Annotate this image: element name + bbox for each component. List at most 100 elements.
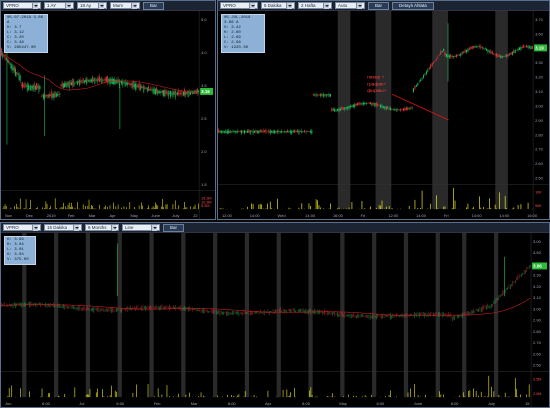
chevron-down-icon[interactable] bbox=[356, 2, 362, 9]
candle-body bbox=[508, 53, 510, 56]
session-band bbox=[435, 233, 440, 398]
x-tick-label: 12:00 bbox=[388, 213, 399, 218]
detail-button-2[interactable]: Detaylı Ahlata bbox=[392, 1, 434, 10]
symbol-input-3[interactable]: VPRO bbox=[3, 224, 41, 231]
y-tick-label: 2.5 bbox=[201, 116, 207, 121]
candle-body bbox=[31, 86, 33, 89]
annotation-text: график+ bbox=[367, 81, 386, 87]
x-tick-label: Fri bbox=[361, 213, 366, 218]
candle-body bbox=[242, 131, 244, 133]
candle-body bbox=[530, 46, 532, 50]
chevron-down-icon[interactable] bbox=[32, 2, 38, 9]
candle-body bbox=[152, 88, 154, 94]
period-select-1[interactable]: 18 Ay bbox=[77, 2, 107, 9]
x-tick-label: Dec bbox=[26, 213, 33, 218]
candle-body bbox=[272, 130, 274, 134]
chevron-down-icon[interactable] bbox=[131, 2, 137, 9]
candle-body bbox=[276, 130, 278, 133]
candle-body bbox=[501, 56, 503, 58]
chevron-down-icon[interactable] bbox=[110, 224, 118, 231]
chevron-down-icon[interactable] bbox=[98, 2, 104, 9]
candle-body bbox=[254, 130, 256, 133]
candle-body bbox=[162, 90, 163, 94]
symbol-input-2[interactable]: VPRO bbox=[220, 2, 258, 9]
y-tick-label: 3.5 bbox=[201, 83, 207, 88]
candle-body bbox=[173, 90, 175, 95]
chevron-down-icon[interactable] bbox=[151, 224, 157, 231]
candle-body bbox=[339, 108, 341, 111]
candle-body bbox=[12, 67, 14, 71]
candle-body bbox=[438, 54, 440, 56]
candle-body bbox=[50, 94, 51, 96]
candle-body bbox=[172, 91, 174, 97]
candle-body bbox=[82, 78, 84, 84]
candle-body bbox=[372, 103, 374, 105]
price-chart-2[interactable]: 3.703.503.403.303.203.103.002.902.802.70… bbox=[218, 11, 549, 219]
candle-body bbox=[53, 93, 55, 99]
type-select-2[interactable]: Auto bbox=[335, 2, 365, 9]
chevron-down-icon[interactable] bbox=[249, 2, 255, 9]
interval-select-2[interactable]: 5 Dakika bbox=[261, 2, 295, 9]
candle-body bbox=[125, 82, 127, 85]
candle-body bbox=[507, 54, 509, 56]
candle-body bbox=[431, 63, 433, 66]
candle-body bbox=[60, 84, 62, 87]
annotation-text: пикер + bbox=[367, 75, 385, 80]
candle-body bbox=[371, 102, 373, 106]
candle-body bbox=[123, 82, 125, 84]
interval-select-1[interactable]: 1 AY bbox=[44, 2, 74, 9]
type-select-3[interactable]: Line bbox=[122, 224, 160, 231]
candle-body bbox=[458, 54, 460, 56]
candle-body bbox=[414, 85, 416, 89]
candle-body bbox=[264, 130, 266, 133]
y-tick-label: 2.80 bbox=[533, 329, 542, 334]
candle-body bbox=[328, 93, 330, 97]
symbol-input-1[interactable]: VPRO bbox=[3, 2, 41, 9]
y-tick-label: 2.50 bbox=[533, 363, 542, 368]
y-tick-label: 3.50 bbox=[533, 250, 542, 255]
type-value: Line bbox=[125, 224, 134, 230]
y-tick-label: 2.80 bbox=[535, 132, 544, 137]
x-tick-label: 15 bbox=[525, 401, 530, 406]
chevron-down-icon[interactable] bbox=[65, 2, 71, 9]
candle-body bbox=[97, 78, 99, 81]
chevron-down-icon[interactable] bbox=[286, 2, 292, 9]
y-tick-label: 2.70 bbox=[533, 340, 542, 345]
candle-body bbox=[55, 93, 57, 97]
period-select-2[interactable]: 2 Hafta bbox=[298, 2, 332, 9]
bar-button-2[interactable]: Bar bbox=[368, 1, 390, 10]
candle-body bbox=[155, 88, 156, 95]
chart-svg-3[interactable]: 3.003.503.403.303.203.103.002.902.802.70… bbox=[1, 233, 549, 407]
chart-svg-2[interactable]: 3.703.503.403.303.203.103.002.902.802.70… bbox=[218, 11, 549, 219]
interval-select-3[interactable]: 15 Dakika bbox=[44, 224, 82, 231]
candle-body bbox=[11, 64, 13, 71]
period-select-3[interactable]: 6 Months bbox=[85, 224, 119, 231]
candle-body bbox=[248, 129, 250, 133]
candle-body bbox=[183, 91, 184, 96]
session-band bbox=[432, 11, 449, 210]
bar-button-3[interactable]: Bar bbox=[163, 223, 185, 232]
candle-body bbox=[33, 83, 35, 90]
candle-body bbox=[473, 46, 475, 48]
candle-body bbox=[86, 78, 88, 85]
x-tick-label: July bbox=[172, 213, 179, 218]
candle-body bbox=[397, 109, 399, 111]
session-band bbox=[85, 233, 91, 398]
candle-body bbox=[312, 94, 314, 96]
chevron-down-icon[interactable] bbox=[73, 224, 79, 231]
price-chart-3[interactable]: 3.003.503.403.303.203.103.002.902.802.70… bbox=[1, 233, 549, 407]
ohlc-line: 05.07.2019 3.86 A bbox=[7, 16, 44, 25]
type-select-1[interactable]: Mum bbox=[110, 2, 140, 9]
x-tick-label: 14:00 bbox=[472, 213, 483, 218]
candle-body bbox=[394, 109, 396, 111]
candle-body bbox=[255, 129, 257, 133]
candle-body bbox=[420, 79, 422, 81]
candle-body bbox=[45, 94, 47, 97]
candle-body bbox=[262, 130, 264, 133]
session-band bbox=[495, 11, 508, 210]
chevron-down-icon[interactable] bbox=[32, 224, 38, 231]
bar-button-1[interactable]: Bar bbox=[143, 1, 165, 10]
candle-body bbox=[166, 91, 168, 94]
session-band bbox=[244, 233, 250, 398]
chevron-down-icon[interactable] bbox=[323, 2, 329, 9]
